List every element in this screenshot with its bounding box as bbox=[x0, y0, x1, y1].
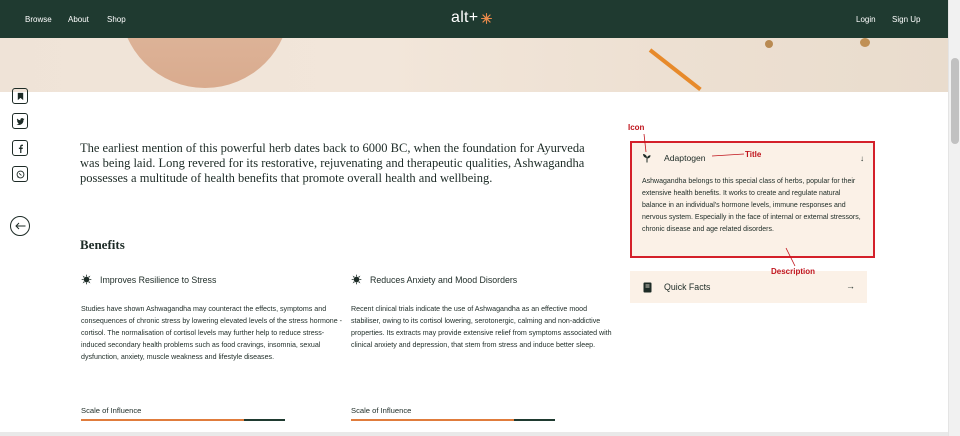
bookmark-icon bbox=[17, 92, 23, 100]
benefit-description: Studies have shown Ashwagandha may count… bbox=[81, 305, 343, 361]
hand-image bbox=[120, 38, 290, 88]
facebook-share-button[interactable] bbox=[12, 140, 28, 156]
bookmark-button[interactable] bbox=[12, 88, 28, 104]
twitter-icon bbox=[15, 117, 25, 125]
twitter-share-button[interactable] bbox=[12, 113, 28, 129]
card-description: Ashwagandha belongs to this special clas… bbox=[642, 178, 861, 233]
logo-text: alt+ bbox=[451, 9, 479, 26]
sun-icon bbox=[481, 12, 493, 24]
benefits-heading: Benefits bbox=[80, 237, 125, 252]
herb-leaf-icon bbox=[643, 154, 651, 163]
sunburst-icon bbox=[81, 274, 92, 285]
seed-image bbox=[765, 40, 773, 48]
benefit-description: Recent clinical trials indicate the use … bbox=[351, 305, 612, 349]
arrow-down-icon[interactable]: ↓ bbox=[860, 154, 864, 163]
whatsapp-icon bbox=[16, 170, 24, 178]
login-link[interactable]: Login bbox=[856, 15, 876, 24]
annotation-title-label: Title bbox=[745, 150, 762, 159]
scale-of-influence-bar bbox=[351, 419, 555, 421]
scale-fill bbox=[81, 419, 245, 421]
quick-facts-item[interactable]: Quick Facts → bbox=[630, 271, 867, 303]
scale-label: Scale of Influence bbox=[351, 406, 412, 415]
nav-browse-link[interactable]: Browse bbox=[25, 15, 52, 24]
card-title: Adaptogen bbox=[664, 153, 706, 163]
annotation-description-label: Description bbox=[771, 267, 816, 276]
benefit-heading: Improves Resilience to Stress bbox=[81, 274, 216, 285]
signup-link[interactable]: Sign Up bbox=[892, 15, 920, 24]
back-button[interactable] bbox=[10, 216, 30, 236]
back-arrow-icon bbox=[14, 222, 25, 230]
quick-facts-label: Quick Facts bbox=[664, 282, 711, 292]
scale-label: Scale of Influence bbox=[81, 406, 142, 415]
benefit-title: Improves Resilience to Stress bbox=[100, 274, 217, 285]
top-nav: Browse About Shop alt+ Login Sign Up bbox=[0, 0, 948, 38]
scale-of-influence-bar bbox=[81, 419, 285, 421]
scrollbar-thumb[interactable] bbox=[951, 58, 959, 144]
book-icon bbox=[643, 282, 652, 292]
scale-fill bbox=[351, 419, 515, 421]
intro-paragraph: The earliest mention of this powerful he… bbox=[80, 141, 585, 185]
benefit-title: Reduces Anxiety and Mood Disorders bbox=[370, 274, 518, 285]
facebook-icon bbox=[18, 144, 23, 153]
benefit-heading: Reduces Anxiety and Mood Disorders bbox=[351, 274, 517, 285]
nav-about-link[interactable]: About bbox=[68, 15, 89, 24]
seed-image bbox=[860, 38, 870, 47]
sunburst-icon bbox=[351, 274, 362, 285]
hero-image bbox=[0, 38, 948, 92]
vertical-scrollbar[interactable] bbox=[948, 0, 960, 436]
pencil-image bbox=[648, 48, 702, 91]
annotation-icon-label: Icon bbox=[628, 123, 645, 132]
horizontal-scrollbar[interactable] bbox=[0, 432, 948, 436]
arrow-right-icon[interactable]: → bbox=[846, 281, 855, 291]
brand-logo[interactable]: alt+ bbox=[451, 9, 493, 27]
nav-shop-link[interactable]: Shop bbox=[107, 15, 126, 24]
whatsapp-share-button[interactable] bbox=[12, 166, 28, 182]
